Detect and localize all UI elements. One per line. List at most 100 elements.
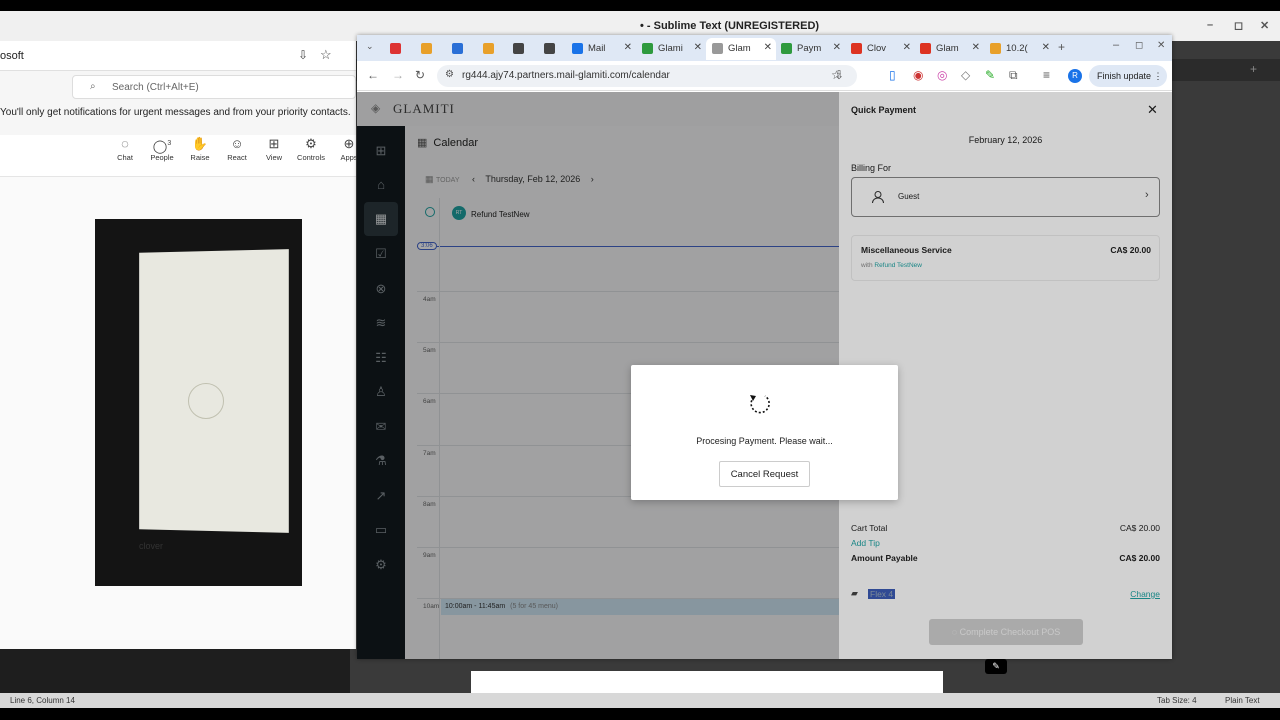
extension-icon[interactable]: ◉	[913, 68, 923, 82]
tab-label: Clov	[867, 43, 887, 54]
tab-favicon-icon	[712, 43, 723, 54]
finish-update-button[interactable]: Finish update ⋮	[1089, 65, 1167, 87]
new-tab-icon[interactable]: +	[1250, 62, 1257, 76]
tool-chat[interactable]: ◌ Chat	[105, 135, 145, 162]
status-syntax[interactable]: Plain Text	[1225, 696, 1260, 705]
tab-close-icon[interactable]: ✕	[903, 42, 911, 53]
tab-label: Glami	[658, 43, 683, 54]
browser-tab[interactable]	[384, 38, 415, 60]
browser-tab[interactable]: Glam ✕	[706, 38, 776, 60]
chat-icon: ◌	[121, 136, 129, 151]
extension-icon[interactable]: ◎	[937, 68, 947, 82]
forward-icon[interactable]: →	[392, 68, 404, 82]
tool-raise[interactable]: ✋ Raise	[180, 135, 220, 162]
tab-favicon-icon	[851, 43, 862, 54]
grid-icon: ⊞	[268, 136, 280, 151]
processing-message: Procesing Payment. Please wait...	[696, 436, 833, 446]
teams-search-box[interactable]: ⌕ Search (Ctrl+Alt+E)	[72, 75, 356, 99]
close-icon[interactable]: ✕	[1157, 40, 1165, 51]
browser-tab[interactable]: Glami ✕	[636, 38, 706, 60]
tab-close-icon[interactable]: ✕	[972, 42, 980, 53]
tab-close-icon[interactable]: ✕	[1042, 42, 1050, 53]
browser-tab[interactable]: Mail ✕	[566, 38, 636, 60]
tool-view[interactable]: ⊞ View	[254, 135, 294, 162]
minimize-icon[interactable]: –	[1113, 39, 1119, 51]
teams-header: osoft ⇩ ☆	[0, 41, 356, 71]
status-tab-size[interactable]: Tab Size: 4	[1157, 696, 1197, 705]
tab-label: Glam	[936, 43, 959, 54]
browser-tab[interactable]: Glam ✕	[914, 38, 984, 60]
star-icon[interactable]: ☆	[320, 47, 332, 63]
sublime-title: • - Sublime Text (UNREGISTERED)	[640, 20, 820, 32]
browser-tab[interactable]: Paym ✕	[775, 38, 845, 60]
tab-favicon-icon	[544, 43, 555, 54]
search-icon: ⌕	[90, 81, 96, 92]
new-tab-button[interactable]: +	[1058, 40, 1065, 54]
reload-icon[interactable]: ↻	[415, 68, 425, 82]
spinner-icon	[750, 395, 770, 414]
browser-tab[interactable]: Clov ✕	[845, 38, 915, 60]
browser-tab[interactable]	[477, 38, 508, 60]
browser-tab[interactable]	[446, 38, 477, 60]
extensions-puzzle-icon[interactable]: ⧉	[1009, 68, 1018, 83]
tab-favicon-icon	[642, 43, 653, 54]
tab-strip: ⌄ Mail ✕ Glami ✕ Glam ✕ Paym ✕ Clov ✕ Glam ✕ 10.2(✕ …	[357, 35, 1172, 61]
browser-tab[interactable]	[538, 38, 566, 60]
tab-favicon-icon	[483, 43, 494, 54]
nav-bar: ← → ↻ ⚙ rg444.ajy74.partners.mail-glamit…	[357, 61, 1172, 91]
browser-tab[interactable]	[415, 38, 446, 60]
pen-tool-icon[interactable]: ✎	[985, 659, 1007, 674]
tab-close-icon[interactable]: ✕	[833, 42, 841, 53]
tool-label: People	[150, 153, 174, 162]
back-icon[interactable]: ←	[367, 68, 379, 82]
phone-ring	[188, 383, 224, 419]
video-feed: clover	[95, 219, 302, 586]
tab-close-icon[interactable]: ✕	[694, 42, 702, 53]
tab-favicon-icon	[452, 43, 463, 54]
address-bar[interactable]: ⚙ rg444.ajy74.partners.mail-glamiti.com/…	[437, 65, 857, 87]
tool-label: React	[227, 153, 247, 162]
maximize-icon[interactable]: ◻	[1135, 40, 1143, 51]
close-icon[interactable]: ✕	[1260, 19, 1269, 32]
teams-app-label: osoft	[0, 50, 24, 62]
tab-favicon-icon	[781, 43, 792, 54]
tab-favicon-icon	[572, 43, 583, 54]
browser-tab[interactable]	[507, 38, 538, 60]
profile-avatar[interactable]: R	[1068, 69, 1082, 83]
tool-controls[interactable]: ⚙ Controls	[291, 135, 331, 162]
minimize-icon[interactable]: –	[1207, 19, 1213, 31]
install-icon[interactable]: ⇩	[298, 48, 308, 62]
tab-favicon-icon	[390, 43, 401, 54]
tab-label: Glam	[728, 43, 751, 54]
extension-icon[interactable]: ✎	[985, 68, 995, 82]
tool-people[interactable]: ◯3 People	[142, 135, 182, 162]
url-text: rg444.ajy74.partners.mail-glamiti.com/ca…	[462, 70, 670, 81]
processing-modal: Procesing Payment. Please wait... Cancel…	[631, 365, 898, 500]
tool-label: Raise	[190, 153, 210, 162]
cancel-request-button[interactable]: Cancel Request	[719, 461, 810, 487]
top-black-bar	[0, 0, 1280, 11]
tab-label: Paym	[797, 43, 822, 54]
teams-title-bar	[0, 11, 356, 41]
extension-icon[interactable]: ▯	[889, 68, 896, 82]
extension-icon[interactable]: ◇	[961, 68, 970, 82]
reading-list-icon[interactable]: ≡	[1043, 68, 1050, 82]
sublime-status-bar: Line 6, Column 14 Tab Size: 4 Plain Text	[0, 693, 1280, 708]
install-icon[interactable]: ⇩	[834, 68, 844, 82]
teams-notice: You'll only get notifications for urgent…	[0, 107, 351, 118]
tab-close-icon[interactable]: ✕	[624, 42, 632, 53]
site-info-icon[interactable]: ⚙	[445, 69, 454, 80]
tab-close-icon[interactable]: ✕	[764, 42, 772, 53]
tab-label: 10.2(	[1006, 43, 1028, 54]
tool-react[interactable]: ☺ React	[217, 135, 257, 162]
tab-search-icon[interactable]: ⌄	[366, 41, 374, 52]
maximize-icon[interactable]: ◻	[1234, 19, 1243, 32]
meeting-toolbar: ◌ Chat ◯3 People ✋ Raise ☺ React ⊞ View ⚙ Cont…	[0, 135, 358, 177]
smile-icon: ☺	[230, 136, 244, 151]
people-icon: ◯3	[152, 138, 172, 154]
browser-tab[interactable]: 10.2( ✕	[984, 38, 1054, 60]
tool-label: Apps	[340, 153, 358, 162]
glamiti-page: ◈ GLAMITI ⊞ ⌂ ▦ ☑ ⊗ ≋ ☷ ♙ ✉ ⚗ ↗ ▭ ⚙ ▦ Cal…	[357, 92, 1172, 674]
tool-label: Controls	[297, 153, 325, 162]
search-placeholder: Search (Ctrl+Alt+E)	[112, 82, 199, 93]
